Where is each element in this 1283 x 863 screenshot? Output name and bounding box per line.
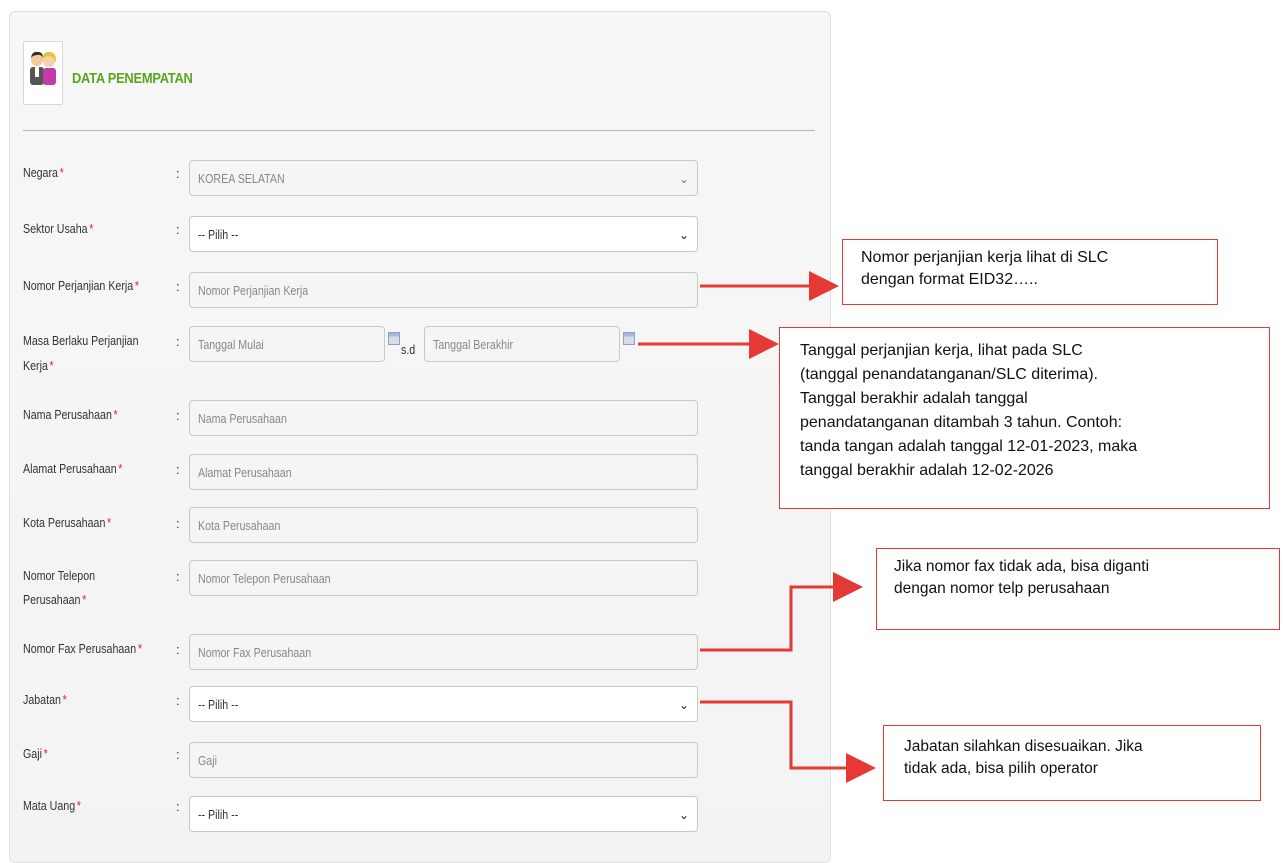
callout-perjanjian: Nomor perjanjian kerja lihat di SLC deng… [842, 239, 1218, 305]
arrow-fax [700, 572, 863, 652]
callout-jabatan: Jabatan silahkan disesuaikan. Jika tidak… [883, 725, 1261, 801]
callout-tanggal: Tanggal perjanjian kerja, lihat pada SLC… [779, 327, 1270, 509]
arrow-jabatan [700, 700, 876, 783]
callout-fax: Jika nomor fax tidak ada, bisa diganti d… [876, 548, 1280, 630]
